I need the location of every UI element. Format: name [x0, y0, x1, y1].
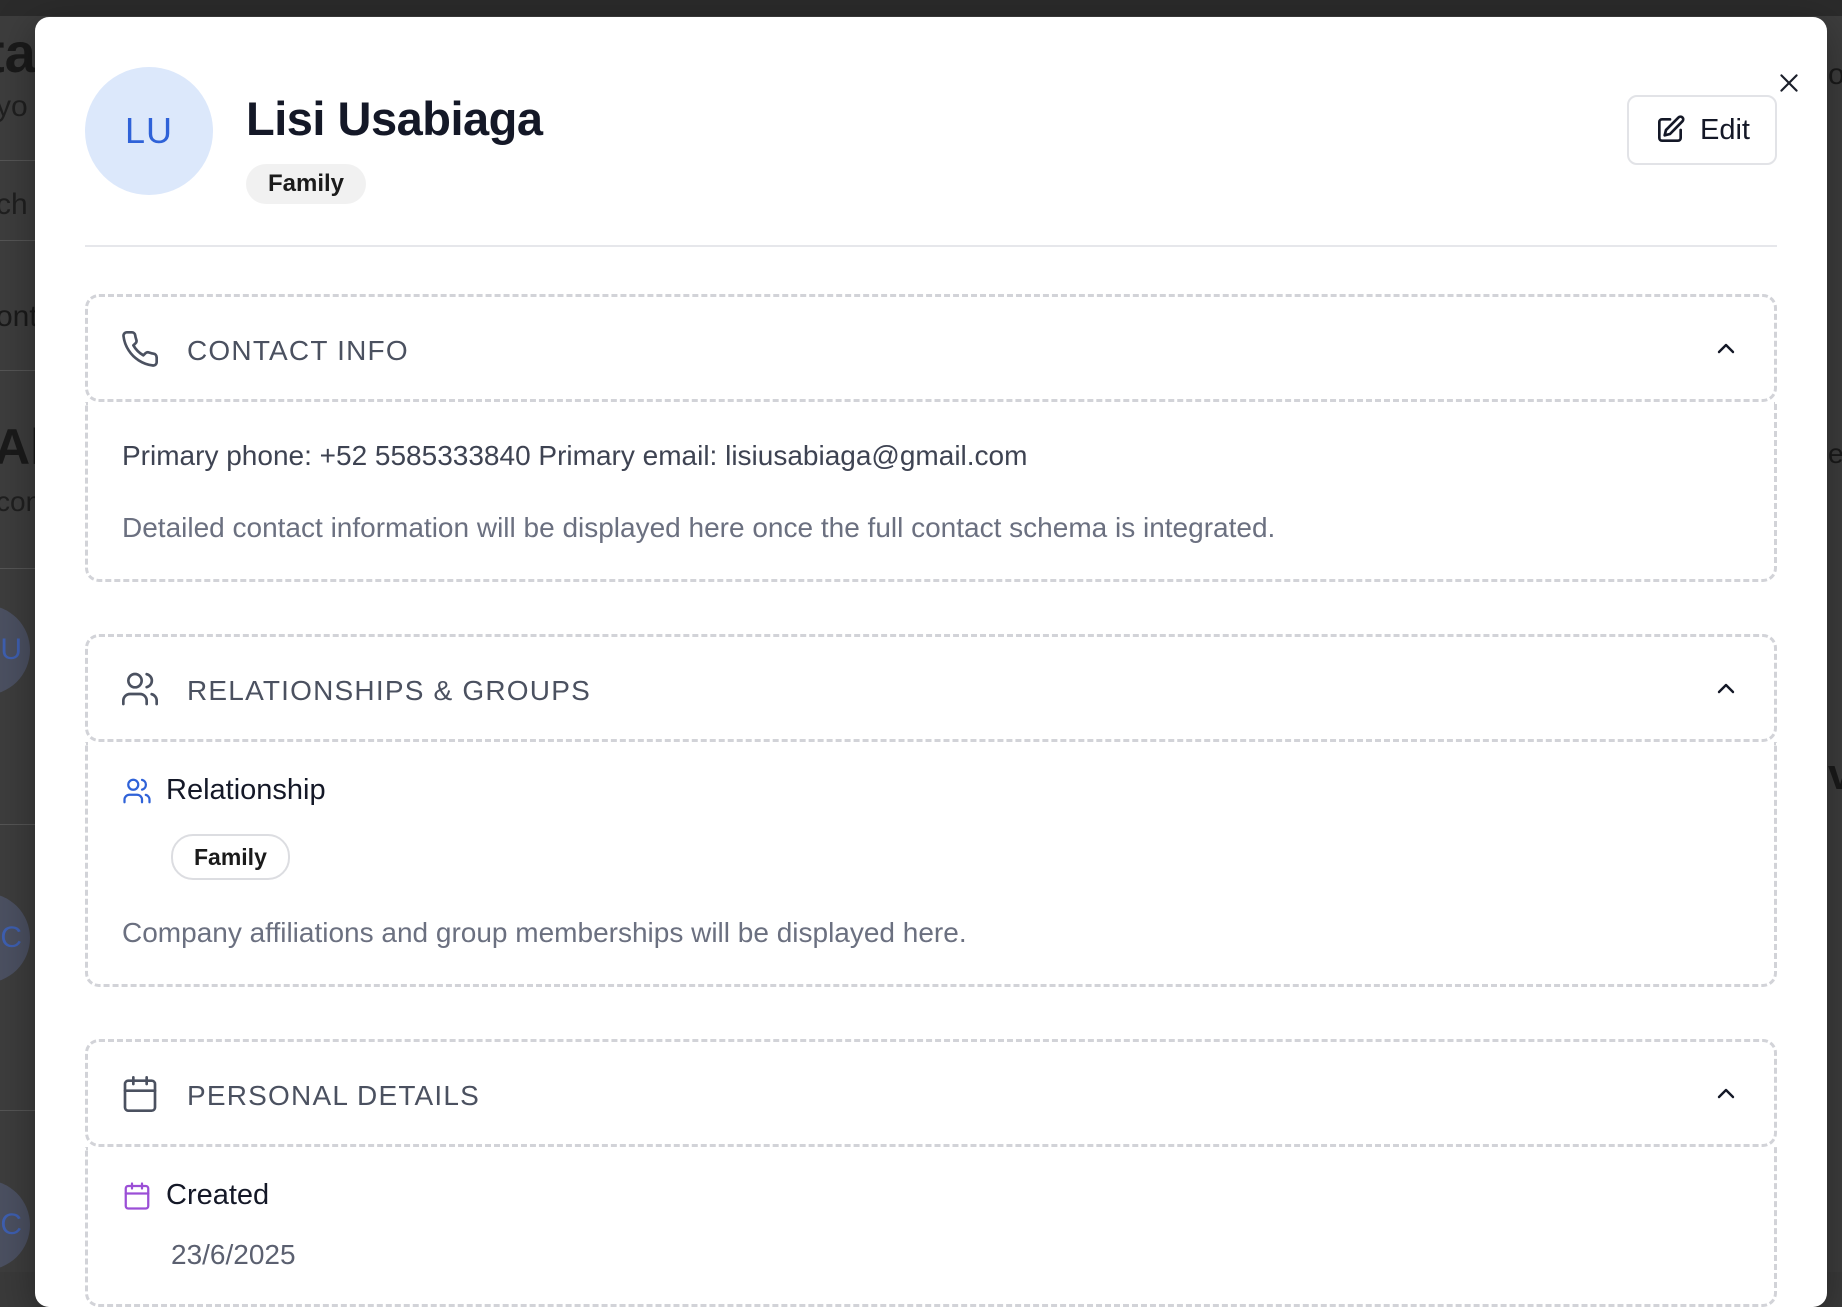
background-right-text: ex: [1828, 438, 1842, 469]
contact-detail-modal: LU Lisi Usabiaga Family Edit CONTACT INF…: [35, 17, 1827, 1307]
background-top-bar: [0, 0, 1842, 16]
personal-details-title: PERSONAL DETAILS: [187, 1080, 481, 1111]
relationship-subheader: Relationship: [122, 774, 326, 807]
relationships-body: Relationship Family Company affiliations…: [85, 742, 1777, 987]
phone-icon: [122, 330, 159, 367]
users-icon: [122, 672, 159, 706]
personal-details-header[interactable]: PERSONAL DETAILS: [85, 1039, 1777, 1147]
background-divider: [0, 568, 40, 569]
background-divider: [0, 370, 40, 371]
personal-details-section: PERSONAL DETAILS Created 23/6/2025: [85, 1039, 1777, 1307]
relationships-header[interactable]: RELATIONSHIPS & GROUPS: [85, 634, 1777, 742]
created-label: Created: [166, 1179, 270, 1211]
contact-info-title: CONTACT INFO: [187, 335, 409, 366]
contact-name: Lisi Usabiaga: [246, 92, 543, 145]
background-divider: [0, 1110, 40, 1111]
background-divider: [0, 824, 40, 825]
background-avatar: TC: [0, 1180, 30, 1270]
primary-contact-line: Primary phone: +52 5585333840 Primary em…: [122, 440, 1028, 471]
contact-info-section: CONTACT INFO Primary phone: +52 55853338…: [85, 294, 1777, 582]
edit-button-label: Edit: [1700, 113, 1750, 146]
close-icon: [1780, 74, 1798, 92]
contact-info-note: Detailed contact information will be dis…: [122, 512, 1276, 543]
chevron-up-icon[interactable]: [1714, 1082, 1738, 1106]
background-divider: [0, 240, 40, 241]
background-avatar: LU: [0, 605, 30, 695]
relationship-badge: Family: [171, 834, 290, 880]
background-subtitle: yo: [0, 90, 28, 123]
background-divider: [0, 160, 40, 161]
contact-header: LU Lisi Usabiaga Family Edit: [85, 67, 1777, 247]
relationship-label: Relationship: [166, 774, 326, 806]
relationships-note: Company affiliations and group membershi…: [122, 917, 967, 948]
calendar-icon: [123, 1076, 157, 1112]
avatar: LU: [85, 67, 213, 195]
created-date: 23/6/2025: [171, 1239, 296, 1270]
edit-icon: [1658, 115, 1685, 142]
users-icon: [123, 778, 151, 803]
chevron-up-icon[interactable]: [1714, 677, 1738, 701]
chevron-up-icon[interactable]: [1714, 337, 1738, 361]
relationships-title: RELATIONSHIPS & GROUPS: [187, 675, 591, 706]
relationship-badge: Family: [246, 164, 367, 204]
background-page-title: ta: [0, 21, 36, 84]
background-right-text: o: [1828, 58, 1842, 91]
background-right-text: v: [1828, 750, 1842, 799]
created-subheader: Created: [122, 1179, 269, 1212]
background-avatar: TC: [0, 893, 30, 983]
personal-details-body: Created 23/6/2025: [85, 1147, 1777, 1307]
background-search: ch: [0, 188, 28, 221]
edit-button[interactable]: Edit: [1627, 95, 1777, 165]
contact-info-body: Primary phone: +52 5585333840 Primary em…: [85, 402, 1777, 582]
contact-info-header[interactable]: CONTACT INFO: [85, 294, 1777, 402]
relationships-section: RELATIONSHIPS & GROUPS Relationship Fami…: [85, 634, 1777, 987]
calendar-icon: [124, 1181, 150, 1210]
background-tab: ont: [0, 300, 38, 333]
